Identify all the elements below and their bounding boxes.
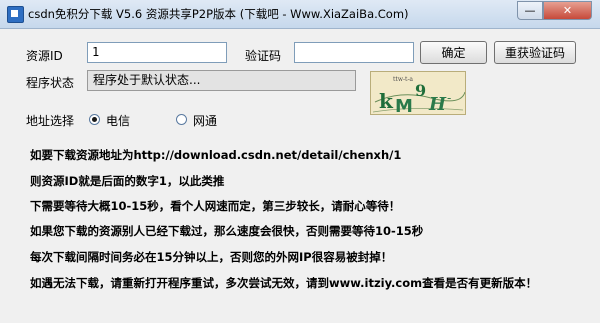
info-line: 如果您下载的资源别人已经下载过，那么速度会很快，否则需要等待10-15秒	[30, 224, 424, 238]
info-line: 每次下载间隔时间务必在15分钟以上，否则您的外网IP很容易被封掉！	[30, 250, 393, 264]
close-button[interactable]: ✕	[543, 1, 592, 20]
svg-text:H: H	[428, 94, 447, 115]
minimize-button[interactable]: —	[517, 1, 543, 20]
radio-netcom[interactable]	[176, 114, 187, 125]
address-label: 地址选择	[26, 114, 75, 128]
resource-id-label: 资源ID	[26, 49, 63, 63]
radio-telecom[interactable]	[89, 114, 100, 125]
title-bar[interactable]: csdn免积分下载 V5.6 资源共享P2P版本 (下载吧 - Www.XiaZ…	[0, 0, 600, 29]
svg-text:9: 9	[415, 81, 426, 100]
info-line: 则资源ID就是后面的数字1，以此类推	[30, 174, 225, 188]
svg-text:M: M	[395, 96, 413, 115]
status-field: 程序处于默认状态...	[87, 70, 356, 91]
app-icon	[7, 6, 24, 23]
confirm-button[interactable]: 确定	[420, 41, 487, 64]
radio-telecom-label[interactable]: 电信	[106, 112, 130, 129]
app-window: csdn免积分下载 V5.6 资源共享P2P版本 (下载吧 - Www.XiaZ…	[0, 0, 600, 323]
info-line: 下需要等待大概10-15秒，看个人网速而定，第三步较长，请耐心等待！	[30, 199, 401, 213]
svg-text:-: -	[447, 91, 451, 105]
window-title: csdn免积分下载 V5.6 资源共享P2P版本 (下载吧 - Www.XiaZ…	[28, 7, 409, 21]
status-label: 程序状态	[26, 76, 75, 90]
captcha-input[interactable]	[294, 42, 414, 63]
svg-text:ttw-t-a: ttw-t-a	[393, 76, 413, 83]
refresh-captcha-button[interactable]: 重获验证码	[494, 41, 576, 64]
captcha-label: 验证码	[245, 49, 282, 63]
captcha-graphic: ttw-t-a k M 9 H -	[372, 76, 465, 115]
svg-text:k: k	[379, 89, 394, 113]
captcha-image[interactable]: ttw-t-a k M 9 H -	[370, 71, 466, 115]
info-line: 如遇无法下载，请重新打开程序重试，多次尝试无效，请到www.itziy.com查…	[30, 276, 538, 290]
info-line: 如要下载资源地址为http://download.csdn.net/detail…	[30, 148, 402, 162]
resource-id-input[interactable]: 1	[87, 42, 227, 63]
radio-netcom-label[interactable]: 网通	[193, 112, 217, 129]
